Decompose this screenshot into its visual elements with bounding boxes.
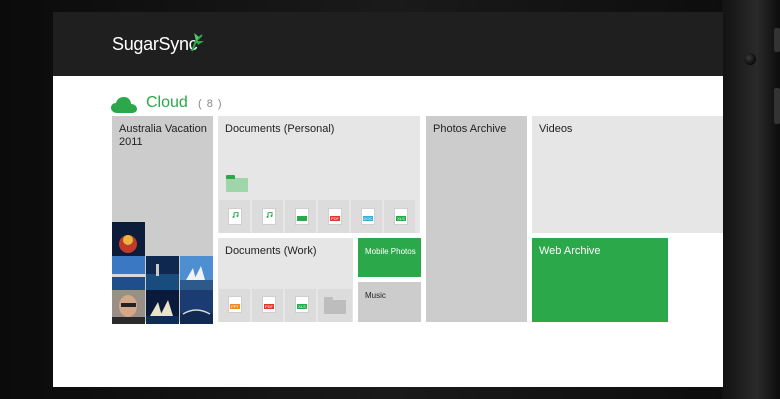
photo-thumbnail [146, 290, 179, 324]
tile-australia-vacation[interactable]: Australia Vacation 2011 [112, 116, 213, 324]
pdf-file-icon: PDF [328, 208, 342, 225]
file-strip: PDF DOC XLS [218, 200, 420, 233]
spreadsheet-file-icon: XLS [394, 208, 408, 225]
folder-icon [226, 175, 248, 192]
sugarsync-leaf-icon [191, 33, 204, 52]
camera-lens [744, 53, 756, 65]
doc-file-icon: DOC [361, 208, 375, 225]
app-screen: SugarSync Cloud ( 8 ) Australia Vacation… [53, 12, 723, 387]
tile-photos-archive[interactable]: Photos Archive [426, 116, 527, 322]
pdf-file-icon: PDF [262, 296, 276, 313]
tile-label: Music [365, 291, 386, 300]
power-button [774, 88, 780, 124]
photo-thumbnail [112, 290, 145, 324]
spreadsheet-file-icon: XLS [295, 296, 309, 313]
tile-label: Mobile Photos [365, 247, 416, 256]
photo-thumbnail [146, 256, 179, 290]
spreadsheet-file-icon [295, 208, 309, 225]
cloud-icon [111, 97, 137, 113]
tile-label: Web Archive [539, 245, 601, 257]
section-title: Cloud [146, 94, 188, 111]
tile-label: Photos Archive [433, 123, 507, 135]
photo-thumbnail [180, 290, 213, 324]
tile-label: Videos [539, 123, 573, 135]
tile-label: Australia Vacation 2011 [119, 123, 207, 148]
folder-icon [324, 297, 346, 314]
tile-documents-work[interactable]: Documents (Work) PPT PDF XLS [218, 238, 353, 322]
photo-thumbnail [112, 222, 145, 256]
tile-web-archive[interactable]: Web Archive [532, 238, 668, 322]
volume-button [774, 28, 780, 52]
photo-thumbnail [112, 256, 145, 290]
music-file-icon [262, 208, 276, 225]
music-file-icon [228, 208, 242, 225]
presentation-file-icon: PPT [228, 296, 242, 313]
app-header: SugarSync [53, 12, 723, 76]
tile-mobile-photos[interactable]: Mobile Photos [358, 238, 421, 277]
item-count: ( 8 ) [198, 98, 223, 110]
tile-videos[interactable]: Videos [532, 116, 723, 233]
tile-music[interactable]: Music [358, 282, 421, 322]
tile-label: Documents (Work) [225, 245, 317, 257]
photo-thumbnail [180, 256, 213, 290]
tile-documents-personal[interactable]: Documents (Personal) PDF DOC XLS [218, 116, 420, 233]
tile-label: Documents (Personal) [225, 123, 335, 135]
